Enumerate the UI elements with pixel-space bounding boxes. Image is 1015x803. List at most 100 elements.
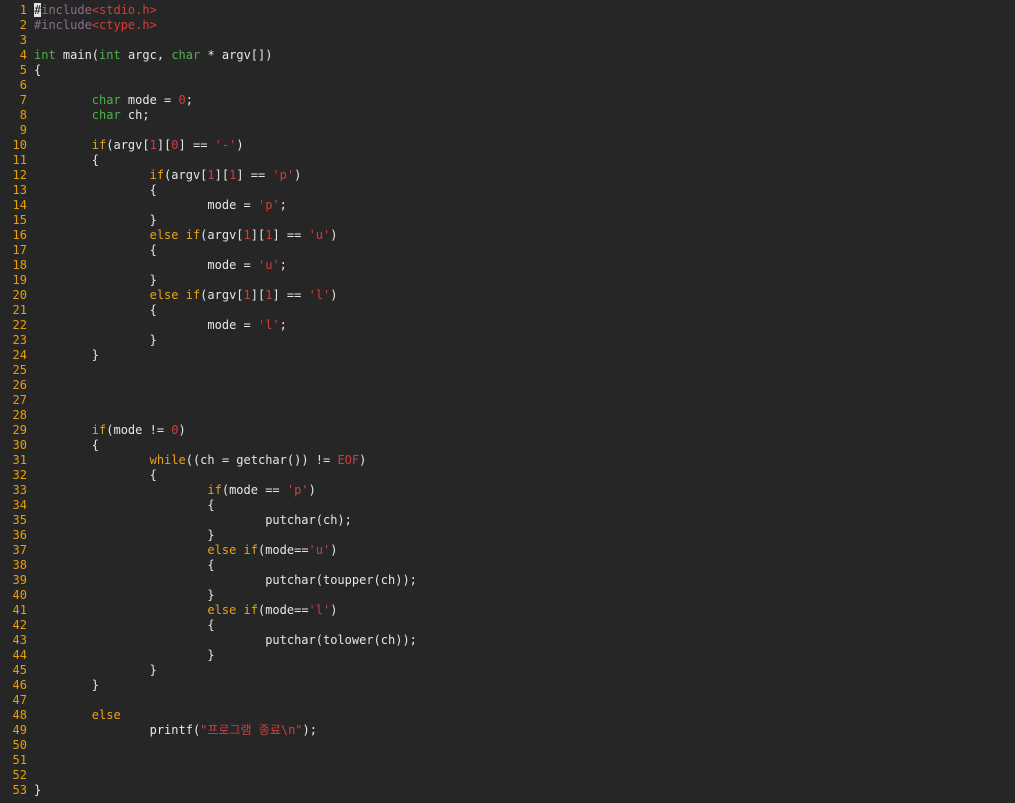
code-text[interactable]: else if(argv[1][1] == 'u') — [34, 228, 338, 243]
code-text[interactable]: } — [34, 528, 214, 543]
code-line[interactable]: 16 else if(argv[1][1] == 'u') — [0, 228, 1015, 243]
code-line[interactable]: 40 } — [0, 588, 1015, 603]
code-editor[interactable]: 1 #include<stdio.h> 2 #include<ctype.h> 3 4 in… — [0, 3, 1015, 803]
code-line[interactable]: 13 { — [0, 183, 1015, 198]
code-line[interactable]: 1 #include<stdio.h> — [0, 3, 1015, 18]
code-line[interactable]: 51 — [0, 753, 1015, 768]
code-text[interactable]: putchar(ch); — [34, 513, 352, 528]
code-text[interactable]: if(mode != 0) — [34, 423, 186, 438]
code-line[interactable]: 34 { — [0, 498, 1015, 513]
code-line[interactable]: 41 else if(mode=='l') — [0, 603, 1015, 618]
code-text[interactable]: #include<ctype.h> — [34, 18, 157, 33]
code-line[interactable]: 42 { — [0, 618, 1015, 633]
code-line[interactable]: 4 int main(int argc, char * argv[]) — [0, 48, 1015, 63]
code-text[interactable]: { — [34, 63, 41, 78]
code-line[interactable]: 46 } — [0, 678, 1015, 693]
code-line[interactable]: 30 { — [0, 438, 1015, 453]
code-text[interactable]: } — [34, 588, 214, 603]
code-line[interactable]: 11 { — [0, 153, 1015, 168]
code-text[interactable]: else — [34, 708, 121, 723]
code-text[interactable]: } — [34, 783, 41, 798]
code-line[interactable]: 48 else — [0, 708, 1015, 723]
code-text[interactable]: if(argv[1][1] == 'p') — [34, 168, 302, 183]
code-text[interactable]: { — [34, 243, 157, 258]
code-line[interactable]: 31 while((ch = getchar()) != EOF) — [0, 453, 1015, 468]
code-line[interactable]: 39 putchar(toupper(ch)); — [0, 573, 1015, 588]
code-line[interactable]: 32 { — [0, 468, 1015, 483]
code-line[interactable]: 49 printf("프로그램 종료\n"); — [0, 723, 1015, 738]
code-line[interactable]: 33 if(mode == 'p') — [0, 483, 1015, 498]
code-text[interactable]: } — [34, 678, 99, 693]
code-text[interactable]: { — [34, 438, 99, 453]
code-text[interactable]: mode = 'l'; — [34, 318, 287, 333]
code-text[interactable]: char ch; — [34, 108, 150, 123]
code-line[interactable]: 3 — [0, 33, 1015, 48]
code-text[interactable]: if(argv[1][0] == '-') — [34, 138, 244, 153]
code-line[interactable]: 47 — [0, 693, 1015, 708]
code-text[interactable]: mode = 'u'; — [34, 258, 287, 273]
code-line[interactable]: 44 } — [0, 648, 1015, 663]
code-line[interactable]: 36 } — [0, 528, 1015, 543]
code-line[interactable]: 8 char ch; — [0, 108, 1015, 123]
code-line[interactable]: 6 — [0, 78, 1015, 93]
code-text[interactable]: } — [34, 273, 157, 288]
code-text[interactable]: printf("프로그램 종료\n"); — [34, 723, 317, 738]
code-line[interactable]: 25 — [0, 363, 1015, 378]
code-line[interactable]: 18 mode = 'u'; — [0, 258, 1015, 273]
code-text[interactable]: else if(mode=='u') — [34, 543, 337, 558]
code-line[interactable]: 12 if(argv[1][1] == 'p') — [0, 168, 1015, 183]
code-text[interactable]: } — [34, 663, 157, 678]
code-line[interactable]: 22 mode = 'l'; — [0, 318, 1015, 333]
code-text[interactable]: while((ch = getchar()) != EOF) — [34, 453, 367, 468]
code-text[interactable]: { — [34, 498, 214, 513]
code-line[interactable]: 28 — [0, 408, 1015, 423]
code-line[interactable]: 23 } — [0, 333, 1015, 348]
code-line[interactable]: 29 if(mode != 0) — [0, 423, 1015, 438]
line-number: 29 — [12, 423, 27, 437]
code-text[interactable]: } — [34, 348, 99, 363]
code-line[interactable]: 27 — [0, 393, 1015, 408]
code-line[interactable]: 19 } — [0, 273, 1015, 288]
code-text[interactable]: else if(argv[1][1] == 'l') — [34, 288, 338, 303]
code-text[interactable]: else if(mode=='l') — [34, 603, 337, 618]
code-line[interactable]: 43 putchar(tolower(ch)); — [0, 633, 1015, 648]
code-line[interactable]: 26 — [0, 378, 1015, 393]
code-text[interactable]: } — [34, 213, 157, 228]
code-line[interactable]: 10 if(argv[1][0] == '-') — [0, 138, 1015, 153]
code-line[interactable]: 2 #include<ctype.h> — [0, 18, 1015, 33]
code-text[interactable]: mode = 'p'; — [34, 198, 287, 213]
code-text[interactable]: } — [34, 648, 214, 663]
code-text[interactable]: #include<stdio.h> — [34, 3, 157, 18]
code-line[interactable]: 52 — [0, 768, 1015, 783]
code-line[interactable]: 5{ — [0, 63, 1015, 78]
code-line[interactable]: 35 putchar(ch); — [0, 513, 1015, 528]
line-number: 4 — [19, 48, 27, 62]
code-line[interactable]: 14 mode = 'p'; — [0, 198, 1015, 213]
code-line[interactable]: 38 { — [0, 558, 1015, 573]
code-token: ) — [178, 423, 186, 437]
code-line[interactable]: 20 else if(argv[1][1] == 'l') — [0, 288, 1015, 303]
code-line[interactable]: 21 { — [0, 303, 1015, 318]
code-text[interactable]: } — [34, 333, 157, 348]
code-text[interactable]: { — [34, 468, 157, 483]
code-text[interactable]: char mode = 0; — [34, 93, 193, 108]
code-line[interactable]: 9 — [0, 123, 1015, 138]
code-line[interactable]: 15 } — [0, 213, 1015, 228]
code-text[interactable]: { — [34, 183, 157, 198]
code-text[interactable]: int main(int argc, char * argv[]) — [34, 48, 272, 63]
code-text[interactable]: { — [34, 153, 99, 168]
code-text[interactable]: { — [34, 303, 157, 318]
code-text[interactable]: putchar(tolower(ch)); — [34, 633, 417, 648]
code-line[interactable]: 24 } — [0, 348, 1015, 363]
code-line[interactable]: 7 char mode = 0; — [0, 93, 1015, 108]
code-text[interactable]: { — [34, 558, 214, 573]
line-number: 19 — [12, 273, 27, 287]
code-line[interactable]: 53} — [0, 783, 1015, 798]
code-line[interactable]: 45 } — [0, 663, 1015, 678]
code-text[interactable]: if(mode == 'p') — [34, 483, 315, 498]
code-text[interactable]: putchar(toupper(ch)); — [34, 573, 417, 588]
code-text[interactable]: { — [34, 618, 214, 633]
code-line[interactable]: 37 else if(mode=='u') — [0, 543, 1015, 558]
code-line[interactable]: 50 — [0, 738, 1015, 753]
code-line[interactable]: 17 { — [0, 243, 1015, 258]
